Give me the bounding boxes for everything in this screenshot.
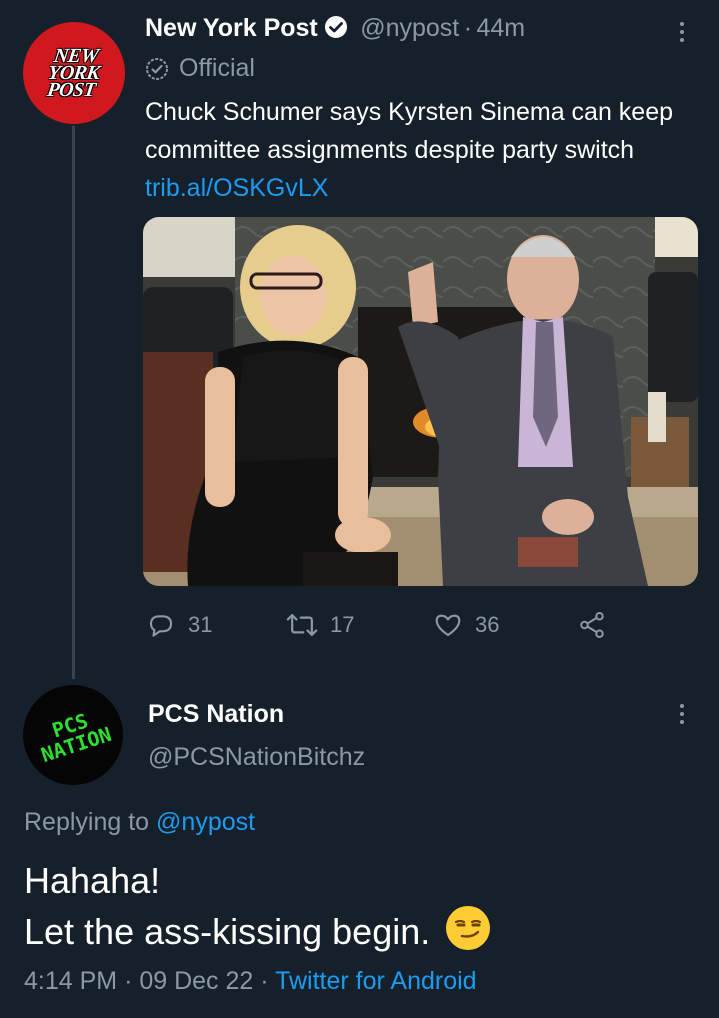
nypost-logo: NEW YORK POST: [46, 44, 102, 101]
reply-text-line-1: Hahaha!: [24, 860, 161, 901]
reply-author-name[interactable]: PCS Nation: [148, 700, 284, 729]
retweet-count: 17: [330, 612, 355, 637]
pcs-nation-avatar[interactable]: PCS NATION: [23, 685, 123, 785]
retweet-icon: [286, 614, 318, 636]
official-label: Official: [179, 54, 255, 82]
tweet-text: Chuck Schumer says Kyrsten Sinema can ke…: [145, 93, 705, 207]
verified-check-icon: [324, 16, 347, 38]
replying-to-label: Replying to: [24, 808, 150, 836]
separator: ·: [124, 967, 133, 995]
retweet-action[interactable]: 17: [286, 610, 354, 640]
share-action[interactable]: [577, 610, 607, 640]
replying-to: Replying to @nypost: [24, 808, 255, 837]
thread-line: [72, 126, 75, 679]
like-action[interactable]: 36: [433, 610, 499, 640]
separator: ·: [463, 14, 473, 42]
more-options-icon[interactable]: [680, 22, 684, 42]
reply-count: 31: [188, 612, 213, 637]
like-count: 36: [475, 612, 500, 637]
replying-to-handle[interactable]: @nypost: [156, 808, 255, 836]
reply-date[interactable]: 09 Dec 22: [139, 967, 253, 995]
like-icon: [435, 614, 461, 637]
reply-more-options-icon[interactable]: [680, 704, 684, 724]
reply-author-handle[interactable]: @PCSNationBitchz: [148, 743, 365, 772]
separator: ·: [260, 967, 269, 995]
reply-source[interactable]: Twitter for Android: [275, 967, 476, 995]
tweet-header: New York Post @nypost · 44m: [145, 14, 525, 43]
author-handle[interactable]: @nypost: [360, 14, 459, 42]
share-icon: [580, 612, 604, 638]
pcs-nation-logo: PCS NATION: [38, 708, 115, 768]
official-badge-icon: [146, 57, 168, 80]
reply-time[interactable]: 4:14 PM: [24, 967, 117, 995]
tweet-time[interactable]: 44m: [476, 14, 525, 42]
reply-text-body: Let the ass-kissing begin.: [24, 911, 431, 952]
reply-action[interactable]: 31: [146, 610, 212, 640]
tweet-media-image[interactable]: [143, 217, 698, 586]
author-name[interactable]: New York Post: [145, 14, 318, 42]
reply-meta: 4:14 PM · 09 Dec 22 · Twitter for Androi…: [24, 967, 477, 996]
reply-text-line-2: Let the ass-kissing begin. 😏: [24, 906, 491, 957]
reply-icon: [149, 615, 173, 637]
tweet-body: Chuck Schumer says Kyrsten Sinema can ke…: [145, 98, 674, 164]
smirk-emoji: 😏: [446, 906, 491, 950]
nypost-avatar[interactable]: NEW YORK POST: [23, 22, 125, 124]
tweet-link[interactable]: trib.al/OSKGvLX: [145, 174, 328, 202]
official-label-row: Official: [145, 54, 255, 83]
